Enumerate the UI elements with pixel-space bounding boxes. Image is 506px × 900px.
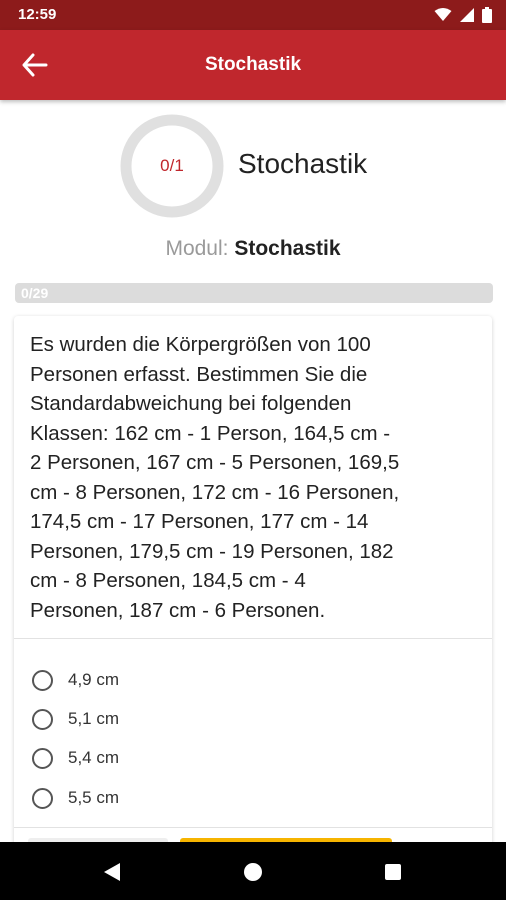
answer-label: 4,9 cm (68, 670, 120, 689)
divider (14, 827, 492, 828)
question-text: Es wurden die Körpergrößen von 100 Perso… (30, 330, 482, 625)
system-nav-bar (0, 842, 506, 900)
back-triangle-icon[interactable] (100, 860, 124, 884)
answer-label: 5,4 cm (68, 748, 120, 767)
question-line: 174,5 cm - 17 Personen, 177 cm - 14 (30, 510, 369, 533)
question-line: Personen, 179,5 cm - 19 Personen, 182 (30, 539, 394, 563)
radio-button[interactable] (32, 708, 53, 730)
question-line: Standardabweichung bei folgenden (30, 392, 352, 415)
topic-progress-ring: 0/1 (119, 113, 225, 219)
question-line: Personen erfasst. Bestimmen Sie die (30, 362, 368, 386)
status-bar: 12:59 (0, 0, 506, 30)
question-progress-bar: 0/29 (15, 283, 493, 303)
wifi-icon (434, 8, 452, 21)
modul-value: Stochastik (234, 237, 341, 260)
question-progress-label: 0/29 (21, 285, 49, 301)
app-title: Stochastik (204, 54, 302, 75)
modul-line: Modul: Stochastik (0, 237, 506, 261)
divider (14, 638, 492, 639)
answer-option[interactable]: 5,5 cm (32, 783, 332, 813)
question-line: cm - 8 Personen, 184,5 cm - 4 (30, 569, 306, 592)
status-time: 12:59 (18, 6, 57, 23)
answer-label: 5,1 cm (68, 709, 120, 728)
recents-square-icon[interactable] (381, 860, 405, 884)
answer-option[interactable]: 5,1 cm (32, 704, 332, 734)
radio-button[interactable] (32, 787, 53, 809)
answer-option[interactable]: 4,9 cm (32, 665, 332, 695)
topic-title: Stochastik (238, 148, 368, 179)
progress-ring-label: 0/1 (160, 156, 184, 175)
app-bar: Stochastik (0, 30, 506, 100)
battery-icon (482, 7, 492, 23)
question-card: Es wurden die Körpergrößen von 100 Perso… (14, 316, 492, 878)
question-line: Klassen: 162 cm - 1 Person, 164,5 cm - (30, 421, 391, 445)
question-line: Es wurden die Körpergrößen von 100 (30, 333, 371, 356)
status-icons (434, 7, 492, 23)
question-line: Personen, 187 cm - 6 Personen. (30, 598, 326, 622)
radio-button[interactable] (32, 669, 53, 691)
question-line: 2 Personen, 167 cm - 5 Personen, 169,5 (30, 451, 400, 474)
home-circle-icon[interactable] (241, 860, 265, 884)
radio-button[interactable] (32, 747, 53, 769)
modul-label: Modul: (165, 237, 229, 260)
signal-icon (460, 8, 474, 22)
answer-label: 5,5 cm (68, 788, 120, 807)
question-line: cm - 8 Personen, 172 cm - 16 Personen, (30, 480, 400, 504)
answer-option[interactable]: 5,4 cm (32, 743, 332, 773)
